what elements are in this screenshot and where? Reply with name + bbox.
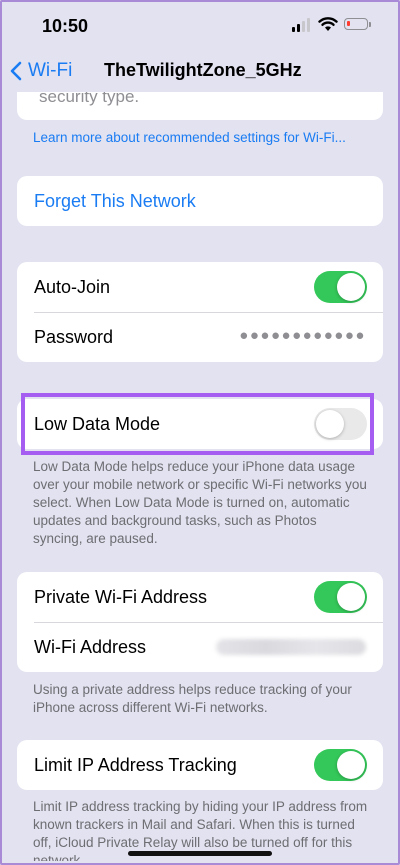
low-data-toggle[interactable] bbox=[314, 408, 367, 440]
forget-network-label: Forget This Network bbox=[34, 190, 196, 211]
wifi-address-row: Wi-Fi Address bbox=[17, 622, 383, 672]
private-address-card: Private Wi-Fi Address Wi-Fi Address bbox=[17, 572, 383, 672]
auto-join-toggle[interactable] bbox=[314, 271, 367, 303]
cellular-signal-icon bbox=[292, 18, 312, 32]
home-indicator[interactable] bbox=[128, 851, 272, 856]
chevron-left-icon bbox=[10, 61, 22, 81]
limit-ip-row: Limit IP Address Tracking bbox=[17, 740, 383, 790]
password-value: ●●●●●●●●●●●● bbox=[239, 327, 366, 344]
navigation-bar: Wi-Fi TheTwilightZone_5GHz bbox=[0, 52, 400, 92]
page-title: TheTwilightZone_5GHz bbox=[104, 60, 302, 80]
low-data-footnote: Low Data Mode helps reduce your iPhone d… bbox=[33, 459, 367, 546]
back-button[interactable]: Wi-Fi bbox=[10, 60, 72, 82]
learn-more-link[interactable]: Learn more about recommended settings fo… bbox=[33, 129, 369, 147]
back-label: Wi-Fi bbox=[28, 60, 73, 81]
low-data-row: Low Data Mode bbox=[17, 399, 383, 449]
wifi-address-value-redacted bbox=[216, 639, 366, 655]
limit-ip-toggle[interactable] bbox=[314, 749, 367, 781]
join-card: Auto-Join Password ●●●●●●●●●●●● bbox=[17, 262, 383, 362]
forget-network-button[interactable]: Forget This Network bbox=[17, 176, 383, 226]
security-text: security type. bbox=[39, 92, 140, 106]
status-time: 10:50 bbox=[42, 16, 89, 36]
password-row[interactable]: Password ●●●●●●●●●●●● bbox=[17, 312, 383, 362]
private-address-toggle[interactable] bbox=[314, 581, 367, 613]
auto-join-row: Auto-Join bbox=[17, 262, 383, 312]
private-address-footnote: Using a private address helps reduce tra… bbox=[33, 682, 352, 715]
wifi-status-icon bbox=[318, 17, 338, 31]
battery-icon bbox=[344, 18, 368, 30]
forget-card: Forget This Network bbox=[17, 176, 383, 226]
low-data-card: Low Data Mode bbox=[17, 399, 383, 449]
private-address-row: Private Wi-Fi Address bbox=[17, 572, 383, 622]
status-bar: 10:50 bbox=[0, 0, 400, 52]
security-card: security type. bbox=[17, 92, 383, 120]
battery-cap bbox=[369, 22, 371, 27]
limit-ip-card: Limit IP Address Tracking bbox=[17, 740, 383, 790]
